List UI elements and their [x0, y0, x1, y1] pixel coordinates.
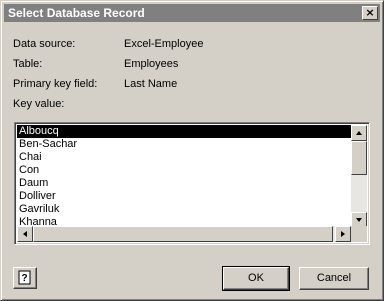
list-item[interactable]: Gavriluk	[17, 203, 353, 216]
horizontal-scrollbar[interactable]	[17, 226, 351, 242]
cancel-button[interactable]: Cancel	[299, 267, 369, 290]
dialog-title: Select Database Record	[8, 6, 145, 20]
title-bar: Select Database Record ×	[4, 4, 380, 22]
arrow-right-icon	[341, 231, 345, 237]
help-button[interactable]: ?	[13, 267, 37, 289]
arrow-up-icon	[356, 131, 362, 135]
key-value-label: Key value:	[13, 98, 65, 110]
arrow-down-icon	[356, 218, 362, 222]
scrollbar-corner	[351, 226, 367, 242]
key-value-listbox[interactable]: Alboucq Ben-Sachar Chai Con Daum Dolliver Gavr…	[14, 122, 370, 245]
list-item[interactable]: Daum	[17, 177, 353, 190]
select-database-record-dialog: Select Database Record × Data source: Ex…	[0, 0, 384, 301]
primary-key-value: Last Name	[124, 78, 178, 90]
help-icon: ?	[18, 270, 31, 285]
ok-button[interactable]: OK	[222, 266, 290, 291]
list-items: Alboucq Ben-Sachar Chai Con Daum Dolliver Gavr…	[17, 125, 353, 229]
scroll-left-button[interactable]	[17, 226, 33, 242]
close-button[interactable]: ×	[362, 6, 378, 20]
data-source-label: Data source:	[13, 38, 76, 50]
primary-key-label: Primary key field:	[13, 78, 98, 90]
list-item[interactable]: Ben-Sachar	[17, 138, 353, 151]
data-source-value: Excel-Employee	[124, 38, 204, 50]
list-item[interactable]: Alboucq	[17, 125, 353, 138]
list-item[interactable]: Con	[17, 164, 353, 177]
table-label: Table:	[13, 58, 43, 70]
table-value: Employees	[124, 58, 179, 70]
scroll-up-button[interactable]	[351, 125, 367, 141]
svg-text:?: ?	[21, 273, 27, 284]
scroll-right-button[interactable]	[335, 226, 351, 242]
vertical-scrollbar[interactable]	[351, 125, 367, 228]
horizontal-scroll-thumb[interactable]	[33, 226, 333, 242]
list-item[interactable]: Dolliver	[17, 190, 353, 203]
list-item[interactable]: Chai	[17, 151, 353, 164]
vertical-scroll-thumb[interactable]	[351, 141, 367, 175]
arrow-left-icon	[23, 231, 27, 237]
